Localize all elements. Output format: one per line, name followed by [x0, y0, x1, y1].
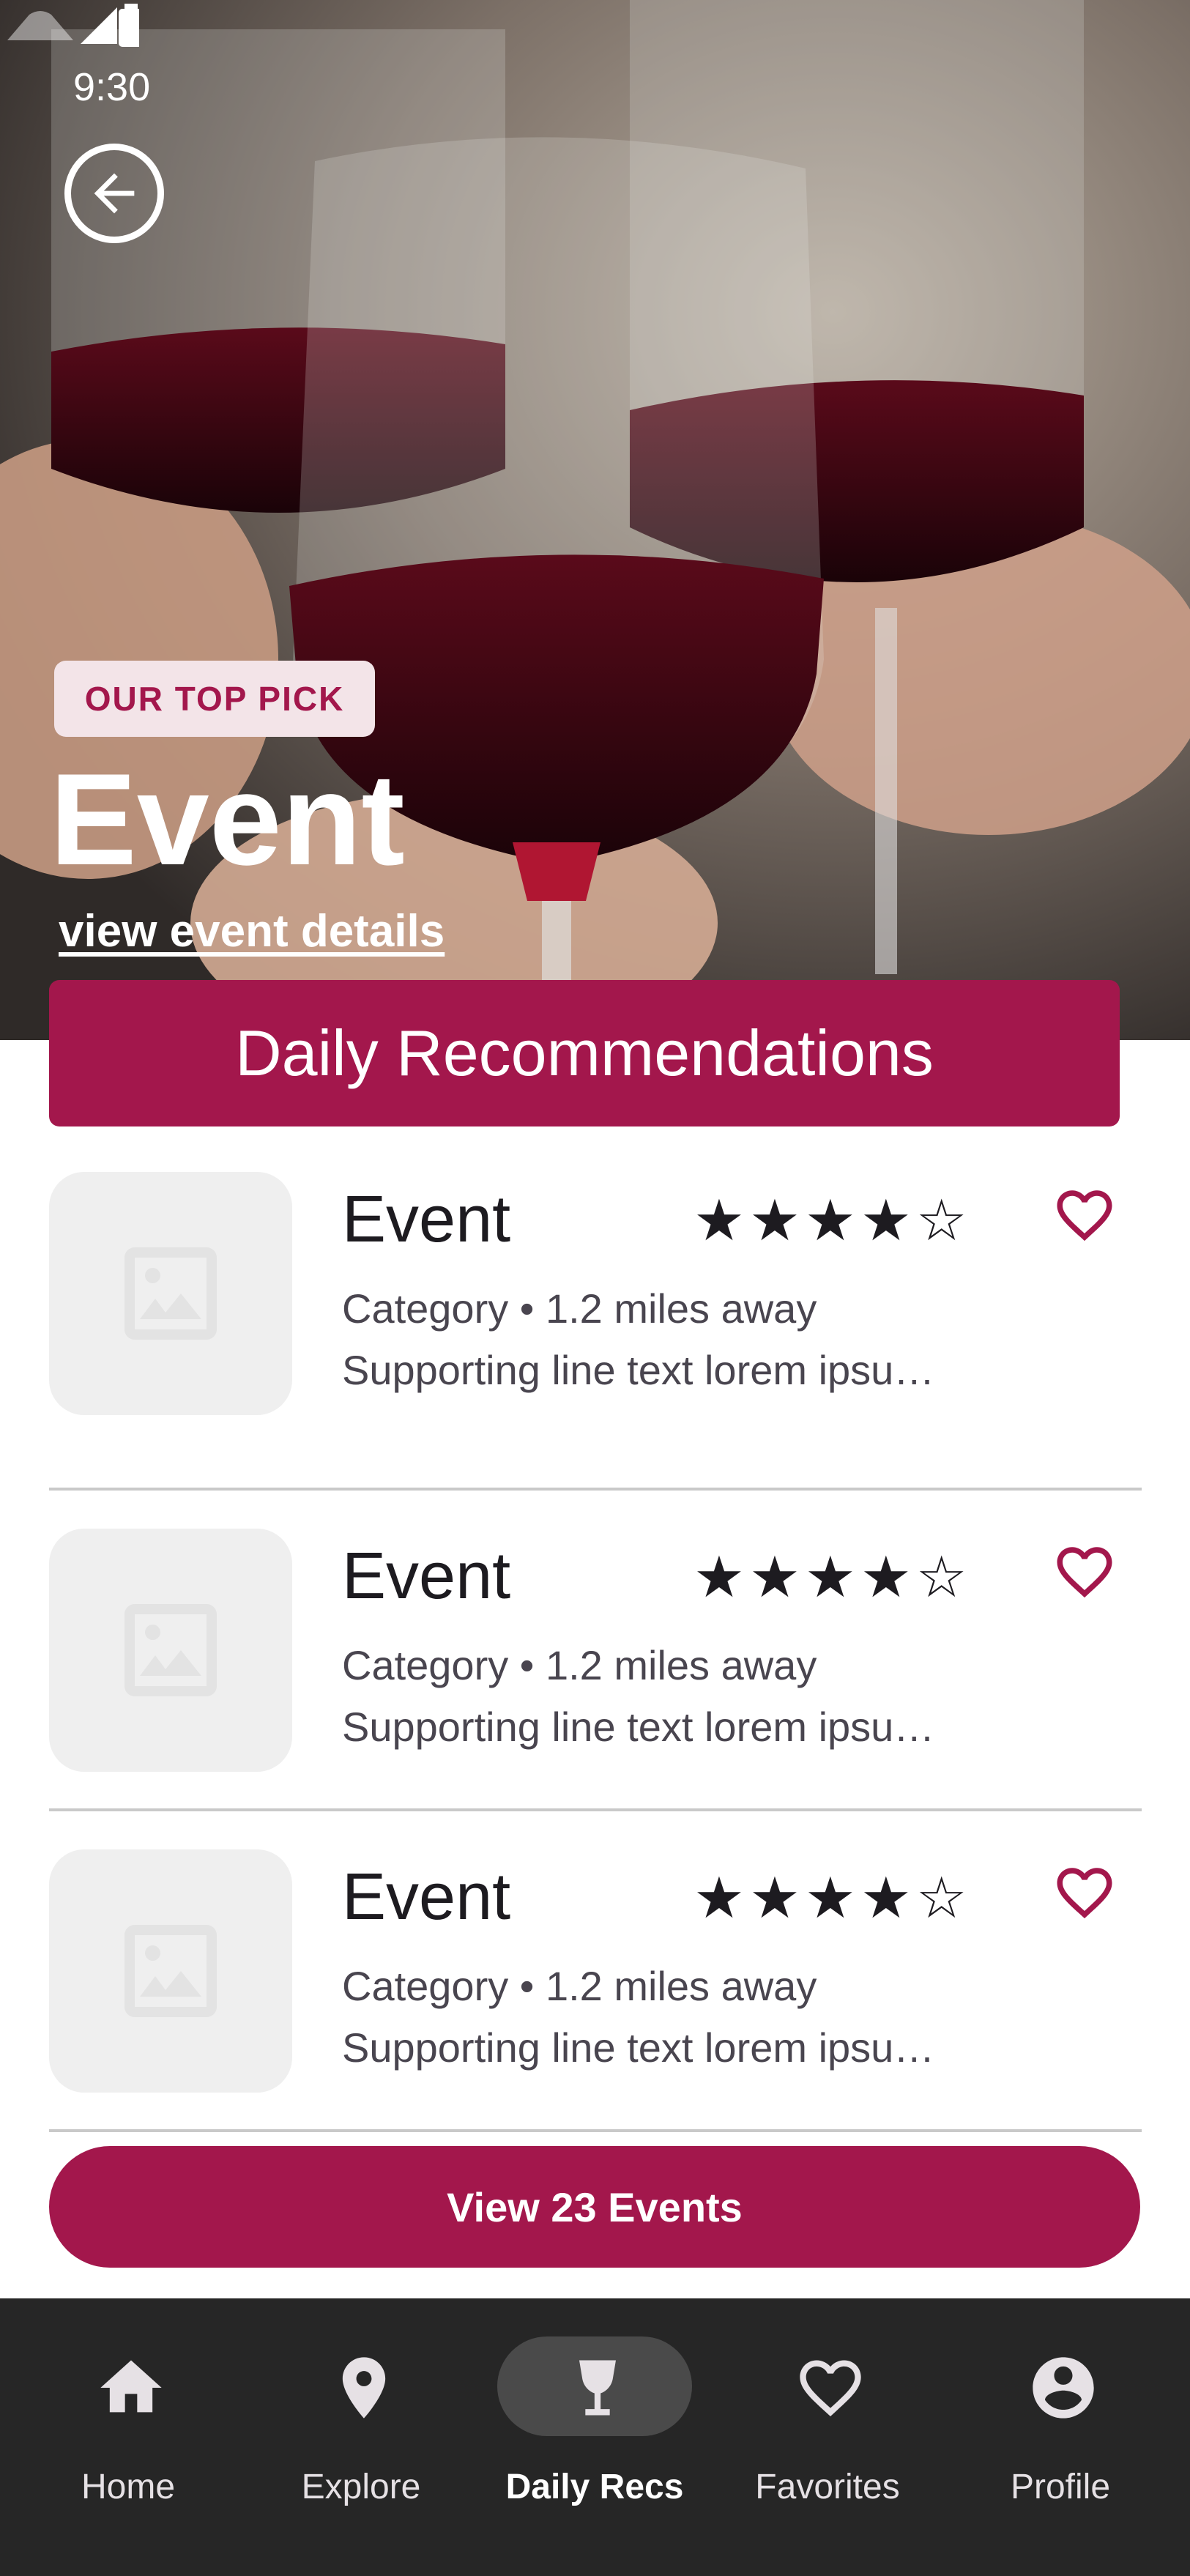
location-pin-icon — [342, 2357, 386, 2419]
nav-item-daily-recs[interactable]: Daily Recs — [485, 2298, 704, 2576]
star-outline-icon: ☆ — [915, 1866, 967, 1930]
recommendations-list: Event ★ ★ ★ ★ ☆ Category • 1.2 miles awa… — [49, 1170, 1142, 2132]
star-filled-icon: ★ — [804, 1188, 856, 1252]
image-placeholder-icon — [124, 1247, 217, 1340]
star-filled-icon: ★ — [860, 1545, 912, 1609]
nav-label: Profile — [1010, 2468, 1111, 2506]
nav-item-favorites[interactable]: Favorites — [718, 2298, 937, 2576]
star-outline-icon: ☆ — [915, 1545, 967, 1609]
star-filled-icon: ★ — [804, 1866, 856, 1930]
star-filled-icon: ★ — [748, 1866, 800, 1930]
event-supporting-text: Supporting line text lorem ipsu… — [342, 1347, 935, 1393]
list-item[interactable]: Event ★ ★ ★ ★ ☆ Category • 1.2 miles awa… — [49, 1170, 1142, 1491]
status-time: 9:30 — [73, 65, 151, 109]
star-filled-icon: ★ — [860, 1188, 912, 1252]
battery-icon — [119, 9, 139, 47]
favorite-heart-icon[interactable] — [1048, 1860, 1121, 1926]
wifi-icon — [7, 11, 73, 40]
nav-item-explore[interactable]: Explore — [251, 2298, 471, 2576]
event-thumbnail — [49, 1172, 292, 1415]
event-meta: Category • 1.2 miles away — [342, 1642, 817, 1688]
view-events-button[interactable]: View 23 Events — [49, 2146, 1140, 2268]
favorite-heart-icon[interactable] — [1048, 1182, 1121, 1248]
event-thumbnail — [49, 1529, 292, 1772]
event-meta: Category • 1.2 miles away — [342, 1963, 817, 2009]
star-filled-icon: ★ — [693, 1188, 745, 1252]
status-icons — [7, 4, 139, 47]
event-title: Event — [342, 1540, 511, 1613]
nav-item-home[interactable]: Home — [18, 2298, 238, 2576]
back-button[interactable] — [64, 144, 164, 243]
nav-label: Daily Recs — [505, 2468, 684, 2506]
account-circle-icon — [1033, 2357, 1094, 2419]
hero-banner: 9:30 OUR TOP PICK Event view event detai… — [0, 0, 1190, 1040]
event-thumbnail — [49, 1849, 292, 2093]
list-item[interactable]: Event ★ ★ ★ ★ ☆ Category • 1.2 miles awa… — [49, 1491, 1142, 1811]
star-filled-icon: ★ — [693, 1545, 745, 1609]
star-outline-icon: ☆ — [915, 1188, 967, 1252]
bottom-navigation: Home Explore Daily Recs Favorites Profil… — [0, 2298, 1190, 2576]
top-pick-badge: OUR TOP PICK — [54, 661, 375, 737]
view-event-details-link[interactable]: view event details — [59, 905, 445, 957]
nav-label: Home — [81, 2468, 176, 2506]
hero-title: Event — [50, 746, 405, 892]
image-placeholder-icon — [124, 1604, 217, 1696]
event-title: Event — [342, 1183, 511, 1256]
home-icon — [100, 2360, 162, 2413]
event-meta: Category • 1.2 miles away — [342, 1285, 817, 1332]
event-supporting-text: Supporting line text lorem ipsu… — [342, 2024, 935, 2071]
arrow-left-icon — [94, 173, 135, 214]
nav-label: Favorites — [755, 2468, 900, 2506]
wine-glass-icon — [579, 2360, 616, 2416]
signal-icon — [81, 7, 117, 44]
rating-stars: ★ ★ ★ ★ ☆ — [693, 1548, 967, 1606]
daily-recommendations-header: Daily Recommendations — [49, 980, 1120, 1126]
list-item[interactable]: Event ★ ★ ★ ★ ☆ Category • 1.2 miles awa… — [49, 1811, 1142, 2132]
nav-item-profile[interactable]: Profile — [951, 2298, 1170, 2576]
status-bar: 9:30 — [0, 0, 1190, 168]
nav-label: Explore — [301, 2468, 421, 2506]
event-supporting-text: Supporting line text lorem ipsu… — [342, 1704, 935, 1750]
star-filled-icon: ★ — [804, 1545, 856, 1609]
star-filled-icon: ★ — [860, 1866, 912, 1930]
star-filled-icon: ★ — [748, 1545, 800, 1609]
event-title: Event — [342, 1860, 511, 1934]
star-filled-icon: ★ — [693, 1866, 745, 1930]
rating-stars: ★ ★ ★ ★ ☆ — [693, 1191, 967, 1250]
favorite-heart-icon[interactable] — [1048, 1539, 1121, 1605]
star-filled-icon: ★ — [748, 1188, 800, 1252]
rating-stars: ★ ★ ★ ★ ☆ — [693, 1868, 967, 1927]
image-placeholder-icon — [124, 1925, 217, 2017]
heart-icon — [800, 2360, 861, 2416]
